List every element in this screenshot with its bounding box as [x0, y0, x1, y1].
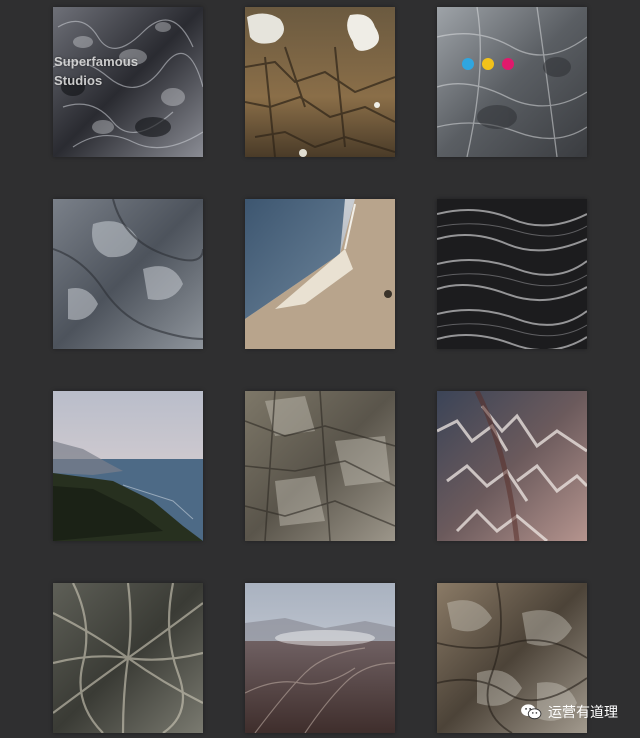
gallery-tile[interactable]: [437, 7, 587, 157]
brand-line-1: Superfamous: [54, 54, 139, 69]
tile-image: [53, 391, 203, 541]
magenta-dot: [502, 58, 514, 70]
tile-image: [437, 391, 587, 541]
cyan-dot: [462, 58, 474, 70]
gallery-tile[interactable]: Superfamous Studios: [53, 7, 203, 157]
tile-image: [437, 199, 587, 349]
gallery-tile[interactable]: [245, 391, 395, 541]
gallery-tile[interactable]: [53, 391, 203, 541]
tile-image: [53, 199, 203, 349]
gallery-tile[interactable]: [245, 7, 395, 157]
tile-image: [245, 583, 395, 733]
yellow-dot: [482, 58, 494, 70]
gallery-tile[interactable]: [437, 391, 587, 541]
tile-image: [53, 583, 203, 733]
brand-logo-text: Superfamous Studios: [54, 52, 138, 90]
brand-line-2: Studios: [54, 73, 103, 88]
image-grid: Superfamous Studios: [53, 7, 587, 733]
tile-image: [245, 199, 395, 349]
tile-image: [437, 7, 587, 157]
wechat-icon: [521, 704, 542, 720]
gallery-tile[interactable]: [53, 583, 203, 733]
gallery-page: Superfamous Studios 运营有道理: [0, 0, 640, 738]
watermark-text: 运营有道理: [548, 705, 618, 721]
gallery-tile[interactable]: [245, 583, 395, 733]
tile-image: [245, 7, 395, 157]
gallery-tile[interactable]: [437, 199, 587, 349]
color-dots: [462, 58, 514, 70]
tile-image: [245, 391, 395, 541]
watermark: 运营有道理: [520, 702, 618, 722]
gallery-tile[interactable]: [245, 199, 395, 349]
gallery-tile[interactable]: [53, 199, 203, 349]
